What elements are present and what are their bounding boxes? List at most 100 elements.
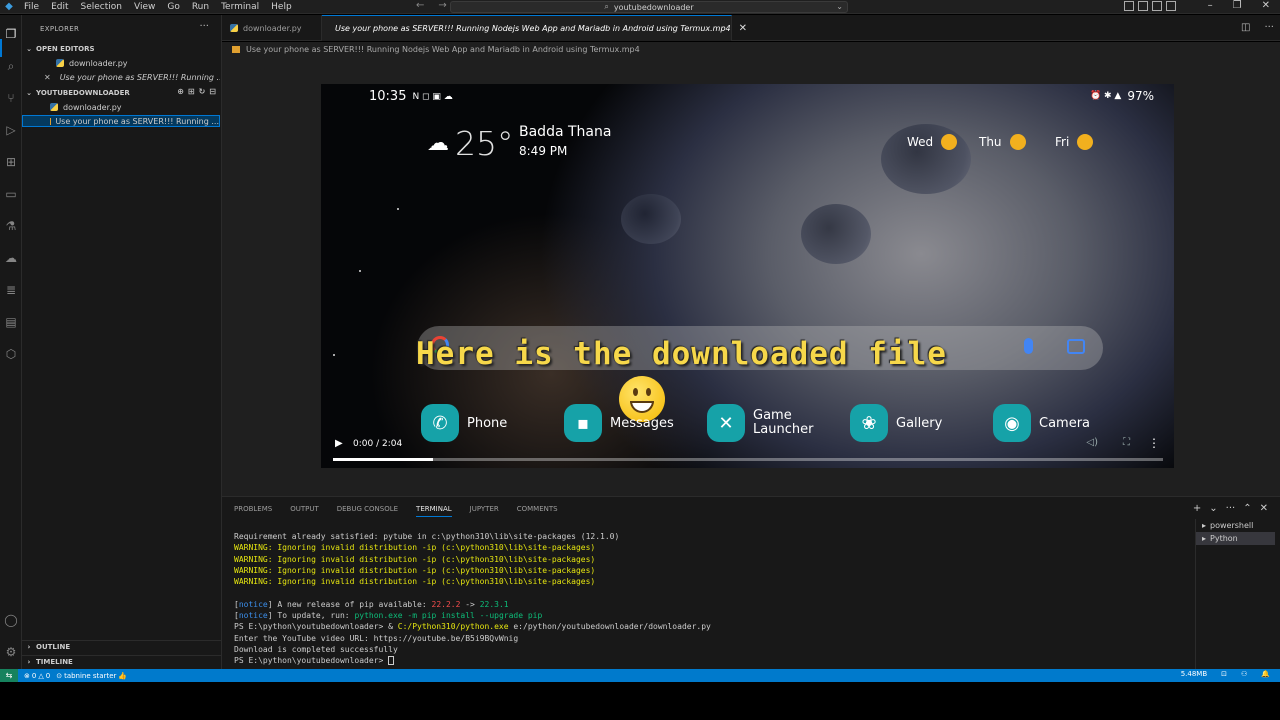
sun-icon: [1009, 134, 1026, 150]
tab-output[interactable]: OUTPUT: [290, 505, 319, 517]
terminal-icon: ▸: [1202, 521, 1207, 530]
folder-section[interactable]: ⌄ YOUTUBEDOWNLOADER ⊕ ⊞ ↻ ⊟: [22, 87, 222, 99]
tab-downloader-py[interactable]: downloader.py: [222, 15, 322, 41]
video-player[interactable]: 10:35 N ◻ ▣ ☁ ⏰ ✱ ▲ 97% ☁ 25° Badda Than…: [321, 84, 1174, 468]
back-arrow-icon[interactable]: ←: [416, 0, 424, 11]
search-icon[interactable]: ⌕: [3, 58, 19, 74]
accounts-icon[interactable]: ⊡: [1221, 670, 1227, 678]
command-center[interactable]: ⌕ youtubedownloader ⌄: [450, 1, 848, 13]
notebook-icon[interactable]: ▤: [3, 314, 19, 330]
close-panel-icon[interactable]: ✕: [1260, 503, 1268, 514]
tab-terminal[interactable]: TERMINAL: [416, 505, 452, 517]
refresh-icon[interactable]: ↻: [199, 87, 206, 96]
menu-edit[interactable]: Edit: [45, 2, 74, 12]
toggle-panel-icon[interactable]: [1138, 1, 1148, 11]
packages-icon[interactable]: ⬡: [3, 346, 19, 362]
account-icon[interactable]: ◯: [3, 612, 19, 628]
new-terminal-icon[interactable]: +: [1193, 503, 1201, 514]
file-label: Use your phone as SERVER!!! Running ...: [55, 116, 219, 126]
toggle-secondary-sidebar-icon[interactable]: [1152, 1, 1162, 11]
video-progress-fill: [333, 458, 433, 461]
close-tab-icon[interactable]: ✕: [739, 23, 747, 34]
source-control-icon[interactable]: ⑂: [3, 90, 19, 106]
toggle-sidebar-icon[interactable]: [1124, 1, 1134, 11]
split-editor-icon[interactable]: ◫: [1241, 22, 1250, 33]
video-progress-bar[interactable]: [333, 458, 1163, 461]
docker-icon[interactable]: ☁: [3, 250, 19, 266]
explorer-icon[interactable]: ❐: [3, 26, 19, 42]
notice-tag: notice: [238, 599, 268, 609]
menu-run[interactable]: Run: [186, 2, 215, 12]
collapse-all-icon[interactable]: ⊟: [209, 87, 216, 96]
customize-layout-icon[interactable]: [1166, 1, 1176, 11]
tab-comments[interactable]: COMMENTS: [517, 505, 558, 517]
terminal-line: Enter the YouTube video URL: https://you…: [234, 633, 519, 643]
menu-terminal[interactable]: Terminal: [215, 2, 265, 12]
terminal-item-powershell[interactable]: ▸ powershell: [1196, 519, 1275, 532]
explorer-sidebar: EXPLORER ··· ⌄ OPEN EDITORS downloader.p…: [22, 15, 222, 669]
open-editor-video[interactable]: ✕ Use your phone as SERVER!!! Running ..…: [22, 71, 220, 83]
forecast-day-label: Thu: [979, 135, 1002, 149]
remote-icon[interactable]: ⇆: [0, 669, 18, 682]
tab-jupyter[interactable]: JUPYTER: [470, 505, 499, 517]
new-version: 22.3.1: [479, 599, 509, 609]
testing-icon[interactable]: ⚗: [3, 218, 19, 234]
forecast-day: Thu: [979, 134, 1026, 150]
feedback-icon[interactable]: ⚇: [1241, 670, 1247, 678]
tab-problems[interactable]: PROBLEMS: [234, 505, 272, 517]
open-editor-label: Use your phone as SERVER!!! Running ...: [59, 72, 220, 82]
close-icon[interactable]: ✕: [44, 73, 51, 82]
menu-help[interactable]: Help: [265, 2, 298, 12]
extensions-icon[interactable]: ⊞: [3, 154, 19, 170]
file-downloader-py[interactable]: downloader.py: [22, 101, 220, 113]
tab-debug-console[interactable]: DEBUG CONSOLE: [337, 505, 398, 517]
menu-file[interactable]: File: [18, 2, 45, 12]
play-icon[interactable]: ▶: [335, 438, 343, 449]
open-editor-label: downloader.py: [69, 58, 128, 68]
timeline-section[interactable]: › TIMELINE: [22, 655, 222, 667]
tabnine-status[interactable]: ⊙ tabnine starter 👍: [56, 672, 127, 680]
more-actions-icon[interactable]: ···: [199, 21, 209, 32]
phone-time: 10:35: [369, 89, 407, 104]
breadcrumb[interactable]: Use your phone as SERVER!!! Running Node…: [222, 42, 1280, 56]
terminal-line: WARNING: Ignoring invalid distribution -…: [234, 543, 596, 553]
gear-icon[interactable]: ⚙: [3, 644, 19, 660]
file-video-mp4[interactable]: Use your phone as SERVER!!! Running ...: [22, 115, 220, 127]
python-file-icon: [230, 24, 238, 32]
remote-explorer-icon[interactable]: ▭: [3, 186, 19, 202]
open-editors-section[interactable]: ⌄ OPEN EDITORS: [22, 43, 222, 55]
new-folder-icon[interactable]: ⊞: [188, 87, 195, 96]
minimize-icon[interactable]: –: [1208, 0, 1213, 11]
more-options-icon[interactable]: ⋮: [1148, 436, 1160, 450]
fullscreen-icon[interactable]: ⛶: [1123, 437, 1130, 448]
new-file-icon[interactable]: ⊕: [177, 87, 184, 96]
terminal-item-label: powershell: [1210, 521, 1254, 530]
close-window-icon[interactable]: ✕: [1262, 0, 1270, 11]
chevron-down-icon: ⌄: [26, 89, 32, 97]
tab-video-mp4[interactable]: Use your phone as SERVER!!! Running Node…: [322, 15, 747, 41]
restore-icon[interactable]: ❐: [1233, 0, 1242, 11]
menu-view[interactable]: View: [128, 2, 161, 12]
menu-go[interactable]: Go: [161, 2, 185, 12]
volume-icon[interactable]: ◁): [1086, 437, 1098, 448]
terminal-output[interactable]: Requirement already satisfied: pytube in…: [234, 531, 1194, 667]
more-actions-icon[interactable]: ···: [1264, 22, 1274, 33]
open-editors-label: OPEN EDITORS: [36, 45, 95, 53]
database-icon[interactable]: ≣: [3, 282, 19, 298]
run-debug-icon[interactable]: ▷: [3, 122, 19, 138]
terminal-item-python[interactable]: ▸ Python: [1196, 532, 1275, 545]
maximize-panel-icon[interactable]: ⌃: [1243, 503, 1251, 514]
outline-label: OUTLINE: [36, 642, 71, 651]
open-editor-downloader[interactable]: downloader.py: [22, 57, 220, 69]
problems-status[interactable]: ⊗ 0 △ 0: [24, 672, 50, 680]
outline-section[interactable]: › OUTLINE: [22, 640, 222, 652]
more-actions-icon[interactable]: ···: [1226, 503, 1236, 514]
notifications-icon[interactable]: 🔔: [1261, 670, 1270, 678]
video-file-icon: [232, 45, 240, 53]
menu-selection[interactable]: Selection: [75, 2, 128, 12]
forecast-day-label: Fri: [1055, 135, 1070, 149]
forecast-day: Wed: [907, 134, 958, 150]
forward-arrow-icon[interactable]: →: [438, 0, 446, 11]
chevron-down-icon[interactable]: ⌄: [1209, 503, 1217, 514]
